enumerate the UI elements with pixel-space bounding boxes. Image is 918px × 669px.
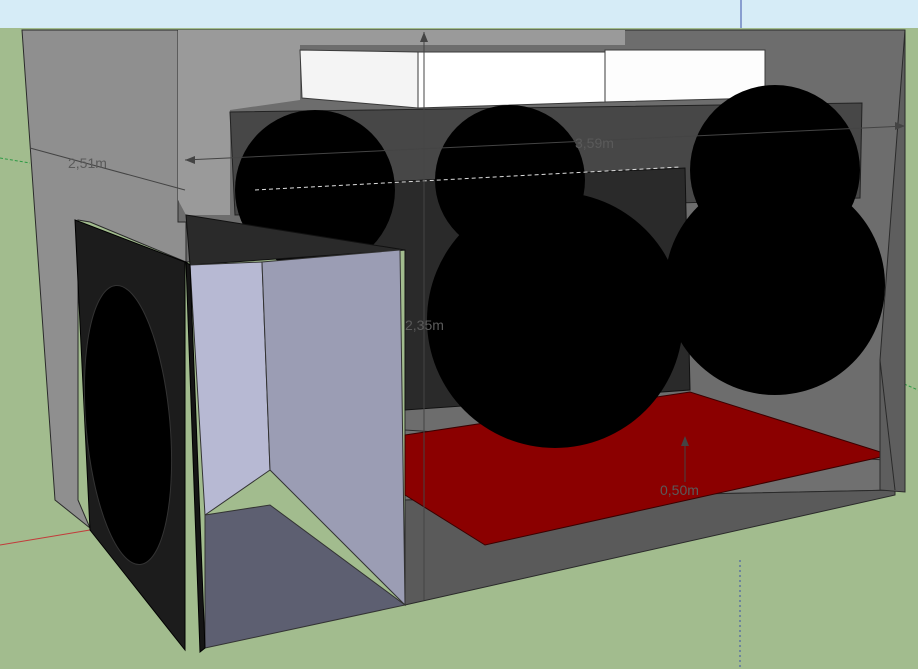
scene-canvas[interactable] (0, 0, 918, 669)
sphere-large-center[interactable] (427, 192, 683, 448)
white-block-left[interactable] (299, 49, 419, 109)
sphere-large-right[interactable] (665, 175, 885, 395)
model-viewport[interactable]: 2,51m 3,59m 2,35m 0,50m (0, 0, 918, 669)
sky (0, 0, 918, 28)
white-block-middle[interactable] (417, 51, 606, 109)
